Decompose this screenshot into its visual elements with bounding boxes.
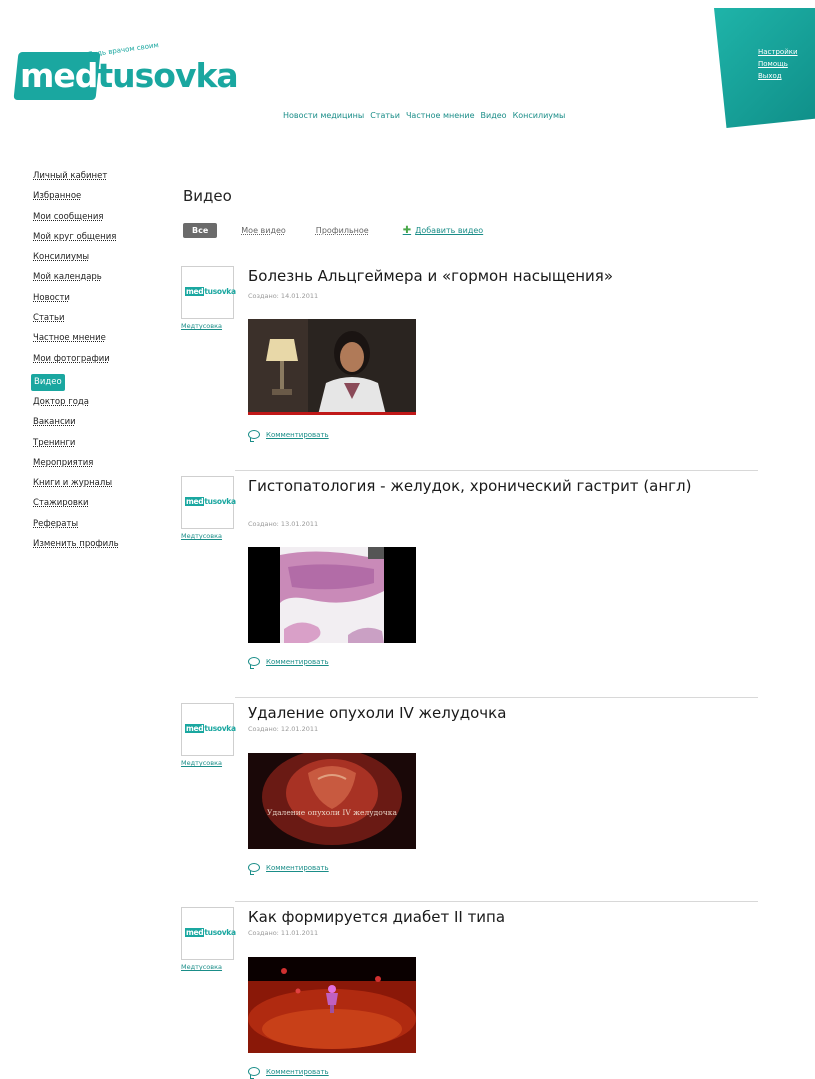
- sidebar-item-messages[interactable]: Мои сообщения: [33, 207, 153, 227]
- sidebar-item-contacts[interactable]: Мой круг общения: [33, 227, 153, 247]
- logo-wordmark: medtusovka: [20, 56, 239, 95]
- comment-link: Комментировать: [266, 657, 329, 666]
- avatar-logo: medtusovka: [185, 497, 236, 506]
- comment-link: Комментировать: [266, 430, 329, 439]
- page-title: Видео: [183, 187, 232, 205]
- video-title[interactable]: Как формируется диабет II типа: [248, 907, 718, 928]
- comment-bubble-icon: [248, 1067, 260, 1079]
- comment-action[interactable]: Комментировать: [248, 863, 329, 875]
- settings-link[interactable]: Настройки: [758, 47, 798, 58]
- sidebar-item-abstracts[interactable]: Рефераты: [33, 514, 153, 534]
- video-date: Создано: 13.01.2011: [248, 520, 319, 528]
- video-date: Создано: 11.01.2011: [248, 929, 319, 937]
- sidebar-item-favorites[interactable]: Избранное: [33, 186, 153, 206]
- video-thumbnail[interactable]: [248, 319, 416, 415]
- nav-consiliums[interactable]: Консилиумы: [513, 111, 566, 120]
- nav-private-opinion[interactable]: Частное мнение: [406, 111, 475, 120]
- video-thumbnail[interactable]: [248, 957, 416, 1053]
- plus-icon: ✚: [402, 225, 412, 236]
- sidebar-item-personal-cabinet[interactable]: Личный кабинет: [33, 166, 153, 186]
- filter-profile-tab[interactable]: Профильное: [316, 226, 369, 235]
- video-title[interactable]: Болезнь Альцгеймера и «гормон насыщения»: [248, 266, 718, 287]
- add-video-label: Добавить видео: [415, 226, 484, 235]
- comment-bubble-icon: [248, 657, 260, 669]
- comment-action[interactable]: Комментировать: [248, 1067, 329, 1079]
- filter-my-video-tab[interactable]: Мое видео: [241, 226, 286, 235]
- add-video-link[interactable]: ✚ Добавить видео: [403, 225, 483, 236]
- sidebar-item-calendar[interactable]: Мой календарь: [33, 267, 153, 287]
- avatar-logo: medtusovka: [185, 928, 236, 937]
- filter-all-tab[interactable]: Все: [183, 223, 218, 238]
- comment-action[interactable]: Комментировать: [248, 657, 329, 669]
- author-link[interactable]: Медтусовка: [181, 322, 222, 330]
- thumbnail-caption: Удаление опухоли IV желудочка: [267, 808, 397, 817]
- post-divider: [235, 470, 758, 471]
- post-divider: [235, 901, 758, 902]
- author-link[interactable]: Медтусовка: [181, 759, 222, 767]
- nav-medical-news[interactable]: Новости медицины: [283, 111, 364, 120]
- video-title[interactable]: Удаление опухоли IV желудочка: [248, 703, 718, 724]
- video-thumbnail[interactable]: [248, 547, 416, 643]
- sidebar-item-news[interactable]: Новости: [33, 288, 153, 308]
- account-links: Настройки Помощь Выход: [758, 47, 798, 82]
- surgery-image: Удаление опухоли IV желудочка: [248, 753, 416, 849]
- site-logo[interactable]: medtusovka Будь врачом своим: [13, 41, 239, 114]
- sidebar-item-doctor-of-year[interactable]: Доктор года: [33, 392, 153, 412]
- sidebar-item-private-opinion[interactable]: Частное мнение: [33, 328, 153, 348]
- author-avatar[interactable]: medtusovka: [181, 476, 236, 529]
- sidebar-item-consiliums[interactable]: Консилиумы: [33, 247, 153, 267]
- sidebar-item-books[interactable]: Книги и журналы: [33, 473, 153, 493]
- sidebar-item-events[interactable]: Мероприятия: [33, 453, 153, 473]
- sidebar-item-video[interactable]: Видео: [31, 373, 65, 391]
- avatar-logo: medtusovka: [185, 287, 236, 296]
- author-avatar[interactable]: medtusovka: [181, 266, 236, 319]
- comment-bubble-icon: [248, 430, 260, 442]
- author-link[interactable]: Медтусовка: [181, 963, 222, 971]
- help-link[interactable]: Помощь: [758, 59, 798, 70]
- comment-link: Комментировать: [266, 1067, 329, 1076]
- video-date: Создано: 14.01.2011: [248, 292, 319, 300]
- doctor-interview-image: [248, 319, 416, 415]
- sidebar-item-photos[interactable]: Мои фотографии: [33, 349, 153, 369]
- avatar-logo: medtusovka: [185, 724, 236, 733]
- diabetes-animation-image: [248, 957, 416, 1053]
- histology-slide-image: [248, 547, 416, 643]
- sidebar-item-internships[interactable]: Стажировки: [33, 493, 153, 513]
- video-thumbnail[interactable]: Удаление опухоли IV желудочка: [248, 753, 416, 849]
- sidebar-item-edit-profile[interactable]: Изменить профиль: [33, 534, 153, 554]
- author-avatar[interactable]: medtusovka: [181, 703, 236, 756]
- comment-action[interactable]: Комментировать: [248, 430, 329, 442]
- logout-link[interactable]: Выход: [758, 71, 798, 82]
- nav-articles[interactable]: Статьи: [370, 111, 400, 120]
- video-date: Создано: 12.01.2011: [248, 725, 319, 733]
- author-avatar[interactable]: medtusovka: [181, 907, 236, 960]
- sidebar-item-articles[interactable]: Статьи: [33, 308, 153, 328]
- comment-link: Комментировать: [266, 863, 329, 872]
- sidebar-menu: Личный кабинет Избранное Мои сообщения М…: [31, 166, 153, 554]
- nav-video[interactable]: Видео: [481, 111, 507, 120]
- author-link[interactable]: Медтусовка: [181, 532, 222, 540]
- comment-bubble-icon: [248, 863, 260, 875]
- post-divider: [235, 697, 758, 698]
- sidebar-item-trainings[interactable]: Тренинги: [33, 433, 153, 453]
- sidebar-item-vacancies[interactable]: Вакансии: [33, 412, 153, 432]
- video-title[interactable]: Гистопатология - желудок, хронический га…: [248, 476, 708, 497]
- video-filters: Все Мое видео Профильное ✚ Добавить видео: [183, 223, 483, 238]
- top-navigation: Новости медицины Статьи Частное мнение В…: [283, 111, 565, 120]
